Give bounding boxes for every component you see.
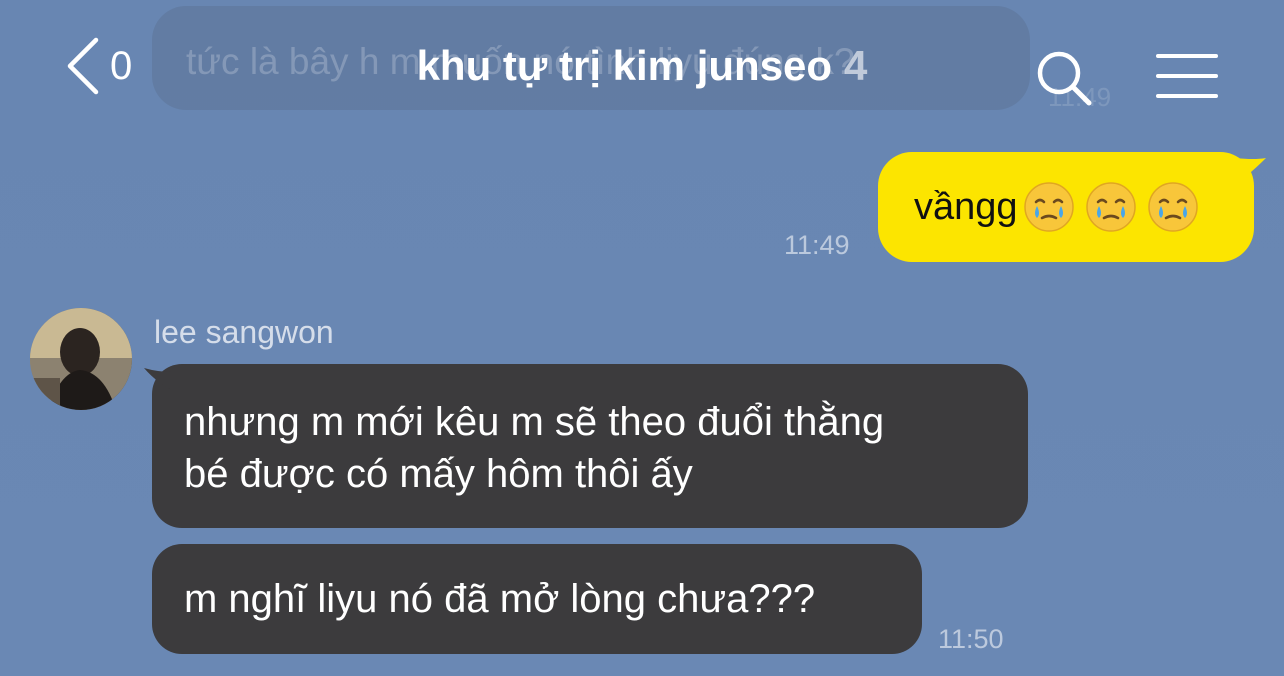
crying-face-emoji-icon (1023, 182, 1074, 232)
avatar[interactable] (30, 308, 132, 410)
sent-message-text: vầngg (914, 185, 1018, 228)
menu-button[interactable] (1156, 52, 1220, 100)
search-button[interactable] (1034, 48, 1094, 108)
member-count: 4 (844, 42, 868, 89)
sent-message-bubble[interactable]: vầngg (878, 152, 1266, 262)
received-message-line: bé được có mấy hôm thôi ấy (184, 452, 693, 496)
profile-photo-icon (30, 308, 132, 410)
sender-name: lee sangwon (154, 314, 334, 350)
emoji-group (1022, 180, 1208, 234)
bubble-tail (144, 368, 172, 390)
chat-title-text: khu tự trị kim junseo (416, 42, 833, 89)
crying-face-emoji-icon (1147, 182, 1198, 232)
received-message-bubble[interactable]: m nghĩ liyu nó đã mở lòng chưa??? (152, 544, 922, 654)
message-time: 11:49 (784, 230, 850, 260)
received-message-bubble[interactable]: nhưng m mới kêu m sẽ theo đuổi thằng bé … (144, 364, 1028, 528)
message-time: 11:50 (938, 624, 1004, 654)
chat-header: 0 khu tự trị kim junseo 4 (0, 0, 1284, 136)
crying-face-emoji-icon (1085, 182, 1136, 232)
chat-screen: tức là bây h m muốn nó tình liyu đúng k?… (0, 0, 1284, 676)
received-message-line: nhưng m mới kêu m sẽ theo đuổi thằng (184, 400, 885, 444)
bubble-tail (1236, 158, 1266, 178)
search-icon (1037, 51, 1092, 106)
received-message-text: m nghĩ liyu nó đã mở lòng chưa??? (184, 577, 816, 621)
